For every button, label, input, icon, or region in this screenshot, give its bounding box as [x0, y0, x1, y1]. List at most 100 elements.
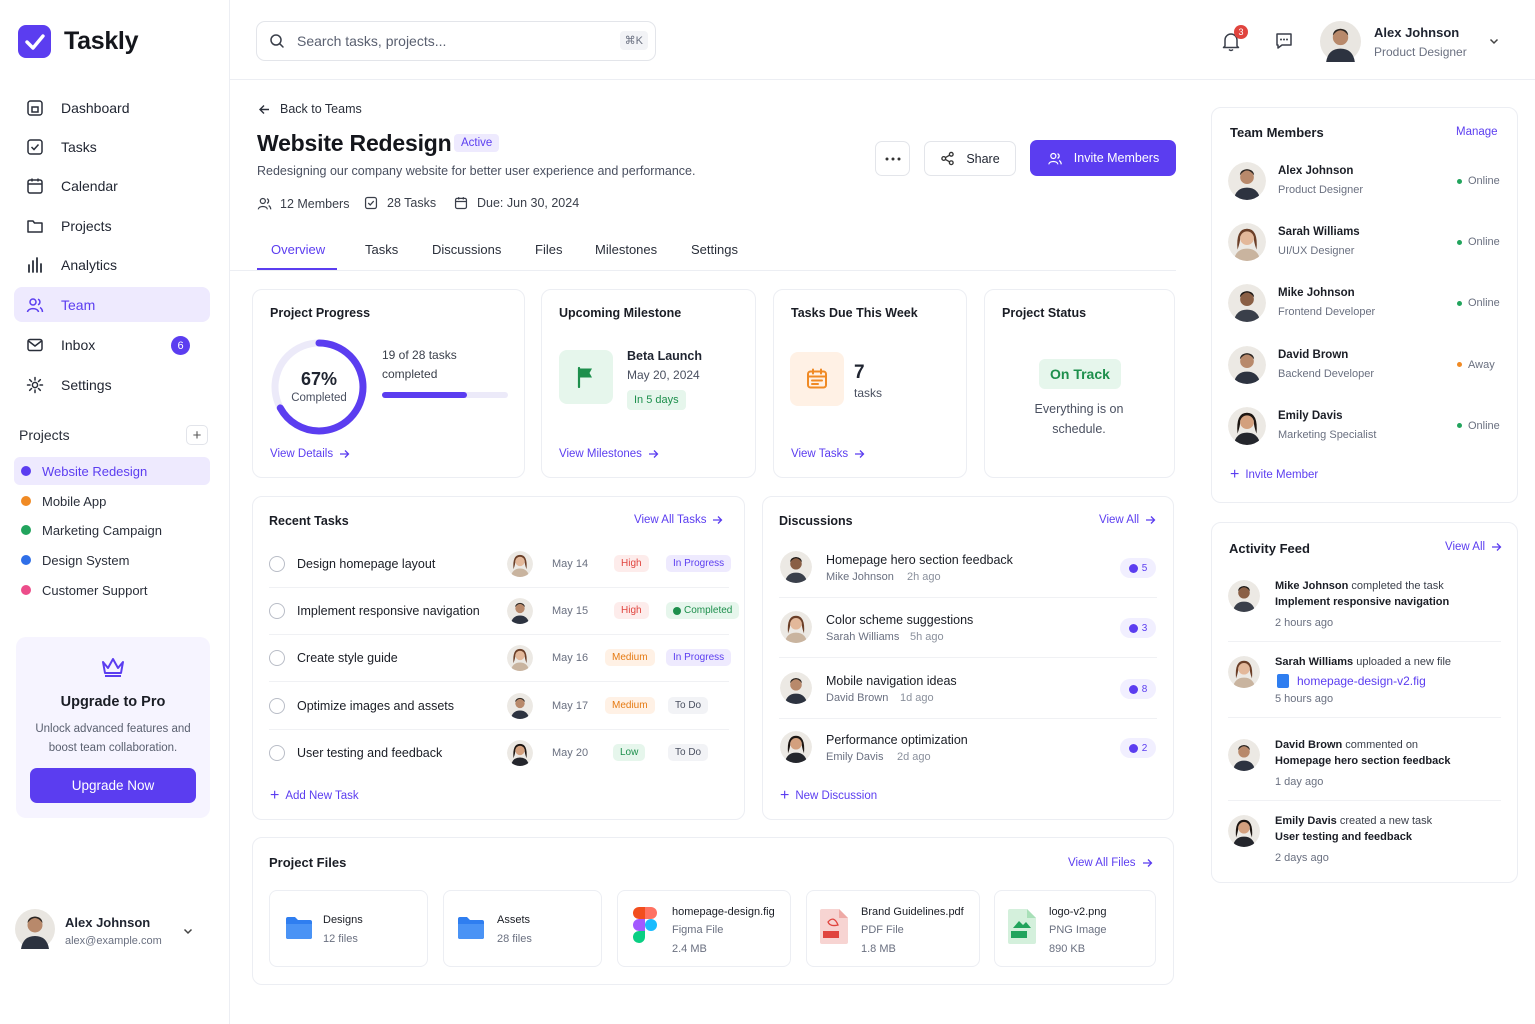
row-divider: [1228, 717, 1501, 718]
nav-label: Team: [61, 296, 96, 313]
comment-count: 5: [1141, 562, 1148, 574]
project-label: Website Redesign: [42, 463, 148, 479]
chevron-down-icon[interactable]: [1488, 35, 1500, 47]
view-details-link[interactable]: View Details: [270, 448, 350, 460]
nav-tasks[interactable]: Tasks: [14, 129, 210, 164]
tasks-count: 28 Tasks: [364, 196, 436, 210]
card-title: Upcoming Milestone: [559, 306, 682, 320]
tab-files[interactable]: Files: [535, 242, 562, 257]
upgrade-now-button[interactable]: Upgrade Now: [30, 768, 196, 803]
invite-members-button[interactable]: Invite Members: [1030, 140, 1176, 176]
view-all-activity-link[interactable]: View All: [1445, 541, 1502, 553]
file-item-figma[interactable]: homepage-design.fig Figma File 2.4 MB: [617, 890, 791, 967]
view-milestones-link[interactable]: View Milestones: [559, 448, 659, 460]
arrow-left-icon: [259, 104, 269, 114]
task-name: Optimize images and assets: [297, 698, 455, 713]
task-date: May 15: [552, 605, 589, 618]
folder-icon: [27, 219, 43, 233]
progress-percent: 67%: [300, 369, 338, 389]
status-dot-icon: [1457, 300, 1462, 306]
view-all-discussions-link[interactable]: View All: [1099, 514, 1156, 526]
new-discussion-button[interactable]: + New Discussion: [780, 788, 877, 804]
activity-action: uploaded a new file: [1353, 656, 1452, 668]
discussion-time: 1d ago: [900, 692, 934, 704]
add-project-button[interactable]: +: [186, 425, 208, 445]
nav-team[interactable]: Team: [14, 287, 210, 322]
activity-file-link[interactable]: homepage-design-v2.fig: [1277, 674, 1426, 688]
comment-count: 2: [1141, 742, 1148, 754]
project-item-mobile-app[interactable]: Mobile App: [14, 487, 210, 515]
task-checkbox[interactable]: [269, 697, 285, 714]
pdf-file-icon: [820, 909, 848, 944]
checkbox-icon: [364, 196, 378, 210]
project-item-marketing-campaign[interactable]: Marketing Campaign: [14, 516, 210, 544]
upgrade-text: Unlock advanced features and boost team …: [35, 723, 191, 754]
tab-milestones[interactable]: Milestones: [595, 242, 657, 257]
tab-tasks[interactable]: Tasks: [365, 242, 398, 257]
member-name: Emily Davis: [1278, 409, 1343, 422]
activity-actor: Emily Davis: [1275, 815, 1337, 827]
file-item-pdf[interactable]: Brand Guidelines.pdf PDF File 1.8 MB: [806, 890, 980, 967]
task-checkbox[interactable]: [269, 744, 285, 761]
calendar-icon-box: [790, 352, 844, 406]
chat-icon[interactable]: [1274, 31, 1294, 51]
view-tasks-link[interactable]: View Tasks: [791, 448, 865, 460]
row-divider: [1228, 641, 1501, 642]
file-item-designs-folder[interactable]: Designs 12 files: [269, 890, 428, 967]
project-item-customer-support[interactable]: Customer Support: [14, 576, 210, 604]
file-name: Assets: [497, 914, 531, 926]
activity-time: 1 day ago: [1275, 776, 1324, 788]
chevron-down-icon[interactable]: [182, 925, 194, 937]
inbox-count-badge: 6: [171, 336, 190, 355]
tab-overview[interactable]: Overview: [271, 242, 325, 257]
activity-actor: Mike Johnson: [1275, 580, 1349, 592]
nav-analytics[interactable]: Analytics: [14, 247, 210, 282]
view-all-tasks-link[interactable]: View All Tasks: [634, 514, 723, 526]
header-user-avatar[interactable]: [1320, 21, 1361, 62]
assignee-avatar: [507, 551, 533, 577]
more-options-button[interactable]: [875, 141, 910, 176]
back-link[interactable]: Back to Teams: [258, 102, 362, 116]
tab-settings[interactable]: Settings: [691, 242, 738, 257]
nav-dashboard[interactable]: Dashboard: [14, 90, 210, 125]
tabs-divider: [230, 270, 1176, 271]
search-input[interactable]: Search tasks, projects...: [297, 33, 446, 49]
discussion-author: Mike Johnson: [826, 571, 894, 583]
discussion-title: Performance optimization: [826, 733, 968, 747]
activity-line: Sarah Williams uploaded a new file: [1275, 654, 1451, 670]
add-new-task-button[interactable]: + Add New Task: [270, 788, 359, 804]
search-bar[interactable]: Search tasks, projects... ⌘K: [256, 21, 656, 61]
nav-projects[interactable]: Projects: [14, 208, 210, 243]
row-divider: [779, 657, 1157, 658]
card-title: Recent Tasks: [269, 514, 349, 528]
share-button[interactable]: Share: [924, 141, 1016, 176]
discussion-author: Emily Davis: [826, 751, 884, 763]
member-status: Online: [1457, 236, 1500, 248]
view-all-files-link[interactable]: View All Files: [1068, 857, 1153, 869]
status-label: To Do: [675, 699, 702, 711]
task-date: May 16: [552, 652, 589, 665]
projects-heading: Projects: [19, 427, 70, 443]
nav-calendar[interactable]: Calendar: [14, 168, 210, 203]
priority-badge: Medium: [605, 696, 655, 714]
nav-inbox[interactable]: Inbox 6: [14, 327, 210, 362]
tab-discussions[interactable]: Discussions: [432, 242, 501, 257]
plus-icon: +: [1230, 466, 1240, 483]
calendar-icon: [454, 197, 468, 210]
due-label: Due: Jun 30, 2024: [477, 196, 580, 210]
invite-member-button[interactable]: + Invite Member: [1230, 466, 1318, 483]
task-checkbox[interactable]: [269, 556, 285, 572]
discussion-time: 2d ago: [897, 751, 931, 763]
status-label: Online: [1468, 297, 1500, 310]
task-name: User testing and feedback: [297, 745, 443, 760]
file-item-assets-folder[interactable]: Assets 28 files: [443, 890, 602, 967]
nav-settings[interactable]: Settings: [14, 367, 210, 402]
manage-link[interactable]: Manage: [1456, 126, 1498, 138]
priority-badge: High: [614, 602, 649, 620]
project-item-website-redesign[interactable]: Website Redesign: [14, 457, 210, 485]
status-label: To Do: [675, 746, 702, 758]
arrow-right-icon: [1492, 543, 1502, 551]
status-label: In Progress: [673, 652, 725, 664]
project-item-design-system[interactable]: Design System: [14, 546, 210, 574]
file-item-png[interactable]: logo-v2.png PNG Image 890 KB: [994, 890, 1156, 967]
